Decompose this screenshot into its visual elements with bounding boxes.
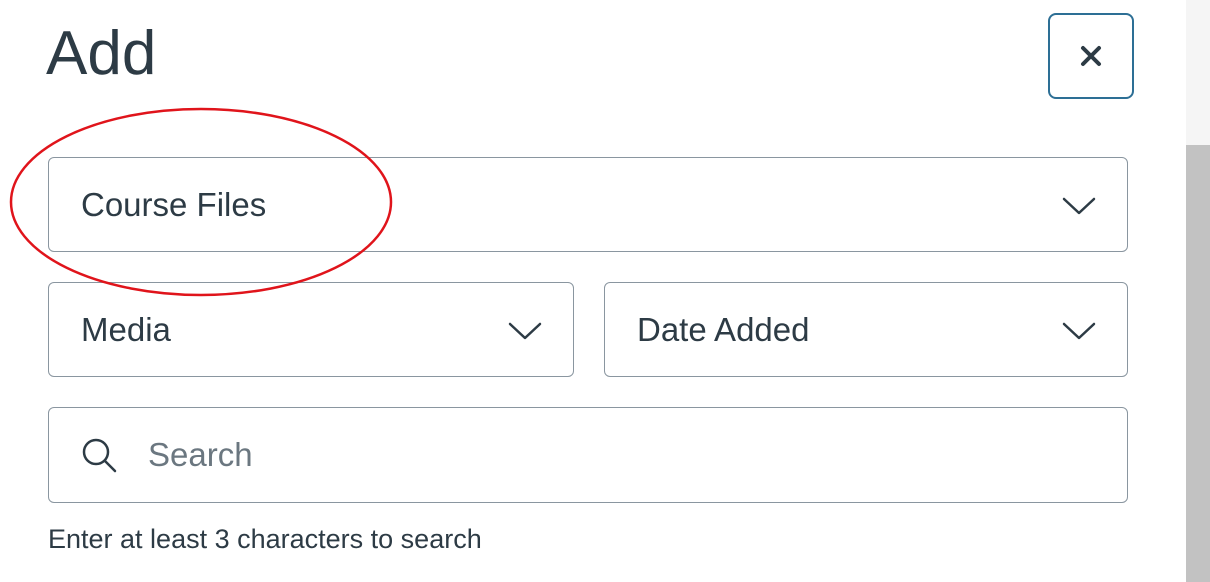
close-button[interactable] <box>1048 13 1134 99</box>
content-type-select[interactable]: Media <box>48 282 574 377</box>
tray-title: Add <box>46 19 157 88</box>
sort-by-value: Date Added <box>637 310 810 348</box>
chevron-down-icon <box>1061 193 1097 222</box>
content-source-select[interactable]: Course Files <box>48 157 1128 252</box>
chevron-down-icon <box>507 318 543 347</box>
search-field[interactable] <box>48 407 1128 503</box>
search-input[interactable] <box>148 436 1048 474</box>
content-source-value: Course Files <box>81 185 267 223</box>
add-tray: Add Course Files Media Date Added Search… <box>0 0 1210 582</box>
scrollbar-thumb[interactable] <box>1186 145 1210 582</box>
content-type-value: Media <box>81 310 171 348</box>
search-icon <box>80 436 118 474</box>
close-icon <box>1078 43 1104 69</box>
chevron-down-icon <box>1061 318 1097 347</box>
search-hint: Enter at least 3 characters to search <box>48 524 482 554</box>
sort-by-select[interactable]: Date Added <box>604 282 1128 377</box>
